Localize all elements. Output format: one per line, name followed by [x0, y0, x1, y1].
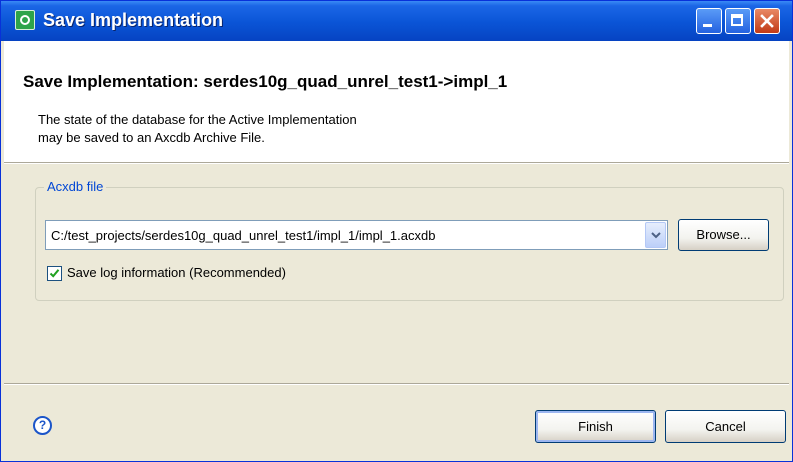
save-implementation-dialog: Save Implementation Save Implementation:… — [0, 0, 793, 462]
minimize-button[interactable] — [696, 8, 722, 34]
description-line-1: The state of the database for the Active… — [38, 112, 357, 127]
chevron-down-icon — [651, 232, 661, 239]
header-separator — [4, 162, 789, 164]
browse-button[interactable]: Browse... — [678, 219, 769, 251]
close-button[interactable] — [754, 8, 780, 34]
maximize-button[interactable] — [725, 8, 751, 34]
app-icon — [15, 10, 35, 30]
dialog-heading: Save Implementation: serdes10g_quad_unre… — [23, 72, 508, 91]
combo-dropdown-button[interactable] — [645, 222, 666, 248]
title-bar[interactable]: Save Implementation — [1, 1, 792, 41]
window-title: Save Implementation — [43, 10, 224, 30]
checkmark-icon — [49, 269, 60, 278]
save-log-checkbox[interactable] — [47, 266, 62, 281]
description-line-2: may be saved to an Axcdb Archive File. — [38, 130, 265, 145]
cancel-button[interactable]: Cancel — [665, 410, 786, 443]
acxdb-file-group-label: Acxdb file — [44, 179, 107, 194]
close-icon — [760, 14, 774, 28]
file-path-value[interactable]: C:/test_projects/serdes10g_quad_unrel_te… — [51, 228, 435, 243]
footer-separator — [4, 383, 789, 385]
help-icon[interactable]: ? — [33, 416, 52, 435]
save-log-label[interactable]: Save log information (Recommended) — [67, 265, 286, 280]
file-path-combobox[interactable]: C:/test_projects/serdes10g_quad_unrel_te… — [45, 220, 668, 250]
dialog-header: Save Implementation: serdes10g_quad_unre… — [4, 41, 789, 162]
finish-button[interactable]: Finish — [535, 410, 656, 443]
